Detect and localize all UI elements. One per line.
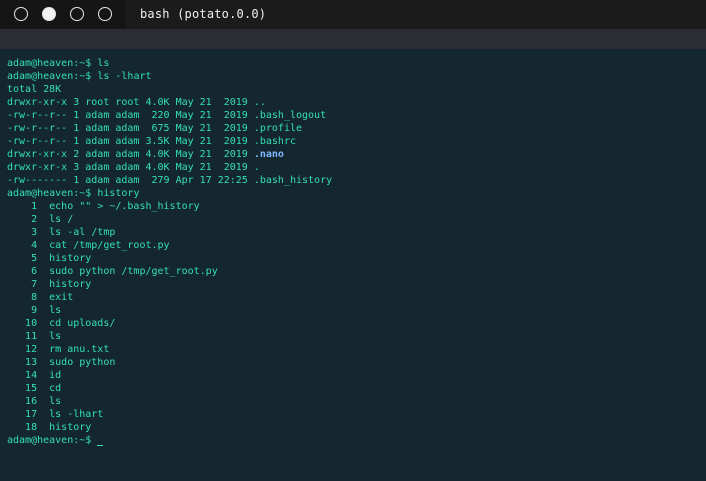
terminal-output-line: drwxr-xr-x 3 adam adam 4.0K May 21 2019 … <box>7 161 332 174</box>
line-text: 12 rm anu.txt <box>7 344 110 355</box>
terminal-command-line: adam@heaven:~$ <box>7 434 332 447</box>
line-text: 2 ls / <box>7 214 74 225</box>
terminal-output-line: drwxr-xr-x 3 root root 4.0K May 21 2019 … <box>7 96 332 109</box>
terminal-output-line: 2 ls / <box>7 213 332 226</box>
line-text: drwxr-xr-x 2 adam adam 4.0K May 21 2019 <box>7 149 254 160</box>
terminal-output-line: 5 history <box>7 252 332 265</box>
line-text: 4 cat /tmp/get_root.py <box>7 240 170 251</box>
line-text: 3 ls -al /tmp <box>7 227 116 238</box>
terminal-output-line: 7 history <box>7 278 332 291</box>
line-text: 1 echo "" > ~/.bash_history <box>7 201 200 212</box>
terminal-output-line: -rw-r--r-- 1 adam adam 675 May 21 2019 .… <box>7 122 332 135</box>
title-bar: bash (potato.0.0) <box>0 0 706 29</box>
terminal-output-line: -rw-r--r-- 1 adam adam 3.5K May 21 2019 … <box>7 135 332 148</box>
circle-outline-icon[interactable] <box>98 7 112 21</box>
text-cursor <box>97 445 104 446</box>
line-text: history <box>91 188 140 199</box>
shell-prompt: adam@heaven:~$ <box>7 188 92 199</box>
terminal-output-line: 16 ls <box>7 395 332 408</box>
terminal-output-line: 13 sudo python <box>7 356 332 369</box>
terminal-output-line: -rw------- 1 adam adam 279 Apr 17 22:25 … <box>7 174 332 187</box>
terminal-output-line: drwxr-xr-x 2 adam adam 4.0K May 21 2019 … <box>7 148 332 161</box>
terminal-output-line: -rw-r--r-- 1 adam adam 220 May 21 2019 .… <box>7 109 332 122</box>
terminal-output-line: 18 history <box>7 421 332 434</box>
directory-name: .nano <box>253 149 284 160</box>
terminal-output-line: 6 sudo python /tmp/get_root.py <box>7 265 332 278</box>
terminal-command-line: adam@heaven:~$ ls -lhart <box>7 70 332 83</box>
line-text: -rw-r--r-- 1 adam adam 675 May 21 2019 .… <box>7 123 303 134</box>
window-title: bash (potato.0.0) <box>140 7 267 21</box>
circle-filled-icon[interactable] <box>42 7 56 21</box>
line-text: total 28K <box>7 84 62 95</box>
line-text: drwxr-xr-x 3 root root 4.0K May 21 2019 … <box>7 97 266 108</box>
line-text: ls -lhart <box>91 71 152 82</box>
terminal-output-line: 8 exit <box>7 291 332 304</box>
terminal-output-line: 15 cd <box>7 382 332 395</box>
circle-outline-icon[interactable] <box>14 7 28 21</box>
terminal-output-line: 1 echo "" > ~/.bash_history <box>7 200 332 213</box>
terminal-output-line: 3 ls -al /tmp <box>7 226 332 239</box>
line-text: 7 history <box>7 279 92 290</box>
shell-prompt: adam@heaven:~$ <box>7 71 92 82</box>
line-text: 14 id <box>7 370 62 381</box>
shell-prompt: adam@heaven:~$ <box>7 435 92 446</box>
line-text: -rw------- 1 adam adam 279 Apr 17 22:25 … <box>7 175 333 186</box>
line-text: 17 ls -lhart <box>7 409 104 420</box>
line-text: 11 ls <box>7 331 62 342</box>
shell-prompt: adam@heaven:~$ <box>7 58 92 69</box>
tab-strip <box>0 29 706 49</box>
line-text: 16 ls <box>7 396 62 407</box>
terminal-output-line: 10 cd uploads/ <box>7 317 332 330</box>
line-text: 10 cd uploads/ <box>7 318 116 329</box>
line-text: 6 sudo python /tmp/get_root.py <box>7 266 218 277</box>
line-text: drwxr-xr-x 3 adam adam 4.0K May 21 2019 … <box>7 162 260 173</box>
line-text: -rw-r--r-- 1 adam adam 220 May 21 2019 .… <box>7 110 327 121</box>
terminal-output-line: 9 ls <box>7 304 332 317</box>
terminal-output: adam@heaven:~$ ls adam@heaven:~$ ls -lhar… <box>7 57 332 447</box>
line-text: 18 history <box>7 422 92 433</box>
terminal-command-line: adam@heaven:~$ ls <box>7 57 332 70</box>
terminal-command-line: adam@heaven:~$ history <box>7 187 332 200</box>
terminal-area[interactable]: adam@heaven:~$ ls adam@heaven:~$ ls -lhar… <box>0 49 706 481</box>
line-text: 15 cd <box>7 383 62 394</box>
line-text: 9 ls <box>7 305 62 316</box>
terminal-output-line: 11 ls <box>7 330 332 343</box>
terminal-output-line: 14 id <box>7 369 332 382</box>
line-text: -rw-r--r-- 1 adam adam 3.5K May 21 2019 … <box>7 136 296 147</box>
terminal-output-line: total 28K <box>7 83 332 96</box>
line-text: ls <box>91 58 110 69</box>
circle-outline-icon[interactable] <box>70 7 84 21</box>
line-text: 8 exit <box>7 292 74 303</box>
line-text: 13 sudo python <box>7 357 116 368</box>
terminal-tab[interactable]: bash (potato.0.0) <box>126 0 706 29</box>
terminal-output-line: 17 ls -lhart <box>7 408 332 421</box>
terminal-output-line: 12 rm anu.txt <box>7 343 332 356</box>
window-controls <box>0 0 126 29</box>
line-text: 5 history <box>7 253 92 264</box>
terminal-output-line: 4 cat /tmp/get_root.py <box>7 239 332 252</box>
